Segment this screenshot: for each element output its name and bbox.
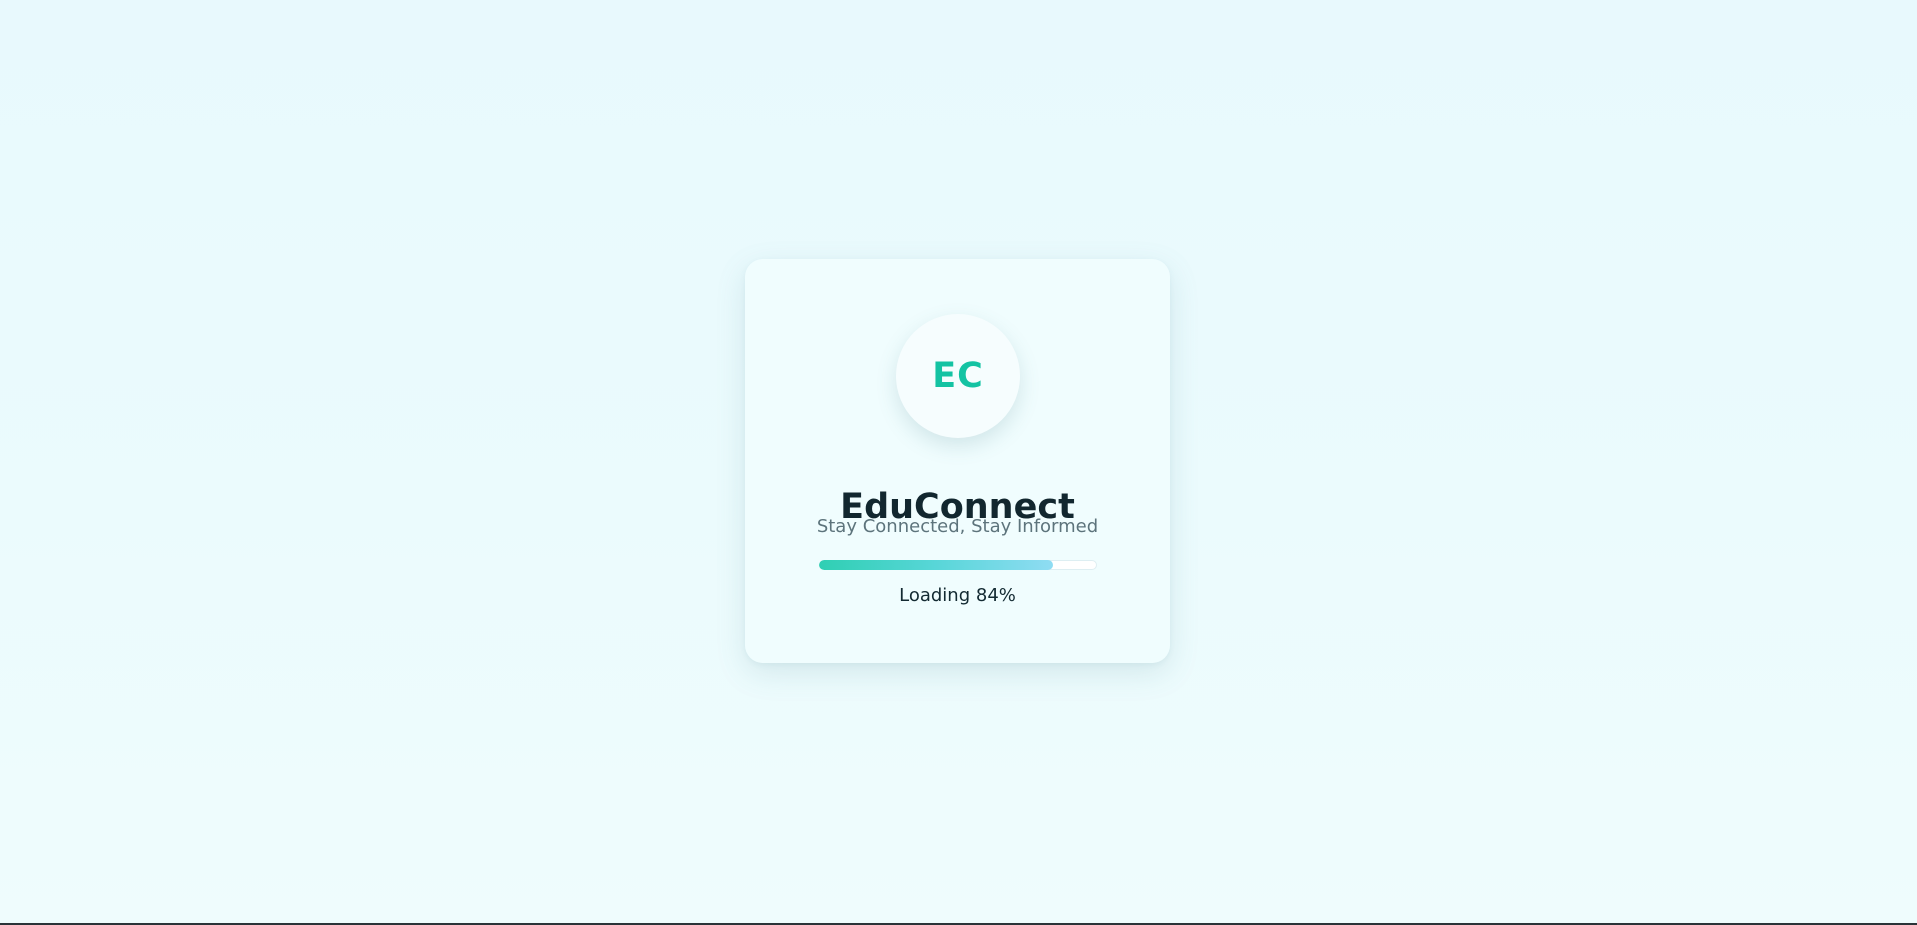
loading-progress-bar — [819, 560, 1097, 570]
app-logo-badge: EC — [896, 314, 1020, 438]
app-tagline: Stay Connected, Stay Informed — [816, 516, 1099, 537]
app-logo-initials: EC — [932, 355, 984, 396]
splash-card: EC EduConnect Stay Connected, Stay Infor… — [745, 259, 1170, 663]
loading-progress-fill — [819, 560, 1053, 570]
loading-status-text: Loading 84% — [899, 585, 1016, 606]
